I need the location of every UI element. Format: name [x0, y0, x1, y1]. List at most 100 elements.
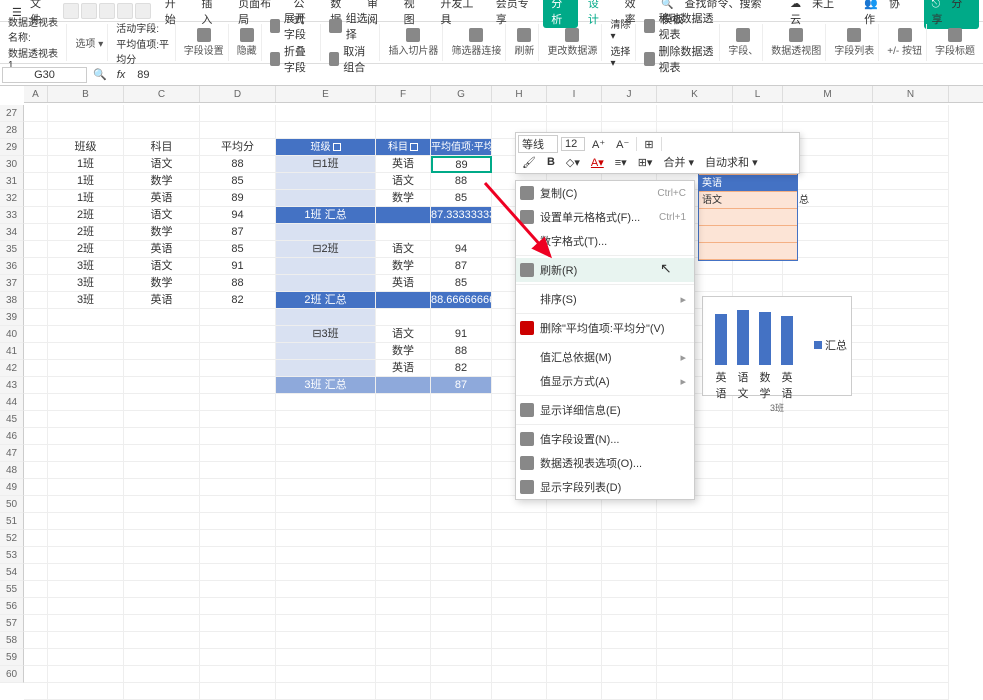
- cell[interactable]: [200, 615, 276, 632]
- cell[interactable]: [873, 377, 949, 394]
- cell[interactable]: [200, 581, 276, 598]
- col-f[interactable]: F: [376, 86, 431, 102]
- cell[interactable]: [431, 666, 492, 683]
- cell[interactable]: [376, 632, 431, 649]
- cell[interactable]: [547, 683, 602, 700]
- cell[interactable]: [276, 428, 376, 445]
- cell[interactable]: [657, 547, 733, 564]
- col-i[interactable]: I: [547, 86, 602, 102]
- cell[interactable]: [733, 462, 783, 479]
- cell[interactable]: [492, 581, 547, 598]
- fill-color-icon[interactable]: ◇▾: [562, 155, 584, 170]
- cell[interactable]: 88: [431, 173, 492, 190]
- row-header[interactable]: 37: [0, 275, 24, 292]
- cell[interactable]: [547, 615, 602, 632]
- rib-change-src[interactable]: 更改数据源: [543, 24, 602, 61]
- cell[interactable]: [602, 105, 657, 122]
- cell[interactable]: [48, 479, 124, 496]
- font-size-select[interactable]: 12: [561, 137, 585, 151]
- cell[interactable]: [547, 564, 602, 581]
- cell[interactable]: [48, 394, 124, 411]
- cell[interactable]: [124, 428, 200, 445]
- cell[interactable]: [547, 581, 602, 598]
- cell[interactable]: [276, 122, 376, 139]
- cell[interactable]: [783, 581, 873, 598]
- cell[interactable]: 87: [431, 258, 492, 275]
- cell[interactable]: [431, 394, 492, 411]
- cell[interactable]: [24, 156, 48, 173]
- row-header[interactable]: 44: [0, 394, 24, 411]
- cell[interactable]: [431, 513, 492, 530]
- cell[interactable]: [200, 377, 276, 394]
- font-family-select[interactable]: 等线: [518, 135, 558, 153]
- cell[interactable]: [124, 615, 200, 632]
- cell[interactable]: [873, 309, 949, 326]
- cell[interactable]: [376, 649, 431, 666]
- cell[interactable]: [873, 241, 949, 258]
- cell[interactable]: [276, 547, 376, 564]
- row-header[interactable]: 55: [0, 581, 24, 598]
- cell[interactable]: [124, 377, 200, 394]
- cell[interactable]: [492, 615, 547, 632]
- row-header[interactable]: 36: [0, 258, 24, 275]
- cell[interactable]: [24, 547, 48, 564]
- cell[interactable]: [873, 190, 949, 207]
- rib-clear[interactable]: 清除 ▾: [610, 16, 631, 42]
- cell[interactable]: [124, 122, 200, 139]
- cell[interactable]: [48, 445, 124, 462]
- cell[interactable]: [873, 292, 949, 309]
- cell[interactable]: [24, 479, 48, 496]
- cell[interactable]: [124, 666, 200, 683]
- cell[interactable]: [124, 445, 200, 462]
- cell[interactable]: 数学: [124, 173, 200, 190]
- row-header[interactable]: 33: [0, 207, 24, 224]
- cell[interactable]: [200, 343, 276, 360]
- cell[interactable]: [547, 666, 602, 683]
- cell[interactable]: [783, 445, 873, 462]
- cell[interactable]: [276, 411, 376, 428]
- cell[interactable]: [200, 632, 276, 649]
- cell[interactable]: [24, 258, 48, 275]
- cell[interactable]: [124, 479, 200, 496]
- cell[interactable]: [48, 326, 124, 343]
- cell[interactable]: [276, 530, 376, 547]
- cell[interactable]: [733, 105, 783, 122]
- cell[interactable]: [431, 649, 492, 666]
- cell[interactable]: [376, 666, 431, 683]
- cell[interactable]: 英语: [124, 241, 200, 258]
- cell[interactable]: [783, 683, 873, 700]
- cell[interactable]: [24, 139, 48, 156]
- cell[interactable]: 语文: [124, 258, 200, 275]
- cell[interactable]: 数学: [376, 258, 431, 275]
- cell[interactable]: [24, 394, 48, 411]
- col-d[interactable]: D: [200, 86, 276, 102]
- row-header[interactable]: 53: [0, 547, 24, 564]
- rib-refresh[interactable]: 刷新: [510, 24, 539, 61]
- cell[interactable]: [547, 513, 602, 530]
- row-header[interactable]: 56: [0, 598, 24, 615]
- cell[interactable]: [376, 496, 431, 513]
- border-icon[interactable]: ⊞▾: [634, 155, 657, 170]
- pivot-chart[interactable]: 英语语文数学英语 3班 汇总: [702, 296, 852, 396]
- cell[interactable]: [431, 479, 492, 496]
- cell[interactable]: [431, 615, 492, 632]
- cell[interactable]: [376, 122, 431, 139]
- cell[interactable]: [733, 581, 783, 598]
- cell[interactable]: [276, 496, 376, 513]
- col-n[interactable]: N: [873, 86, 949, 102]
- cell[interactable]: [24, 649, 48, 666]
- cell[interactable]: [547, 649, 602, 666]
- cell[interactable]: [873, 615, 949, 632]
- cell[interactable]: [376, 411, 431, 428]
- rib-move[interactable]: 移动数据透视表: [644, 10, 715, 42]
- ctx-item[interactable]: 值显示方式(A)▸: [516, 369, 694, 393]
- cell[interactable]: [24, 326, 48, 343]
- cell[interactable]: [431, 428, 492, 445]
- cell[interactable]: [873, 547, 949, 564]
- cell[interactable]: 89: [200, 190, 276, 207]
- cell[interactable]: [492, 683, 547, 700]
- cell[interactable]: [48, 615, 124, 632]
- cell[interactable]: [24, 615, 48, 632]
- cell[interactable]: [492, 105, 547, 122]
- cell[interactable]: [200, 513, 276, 530]
